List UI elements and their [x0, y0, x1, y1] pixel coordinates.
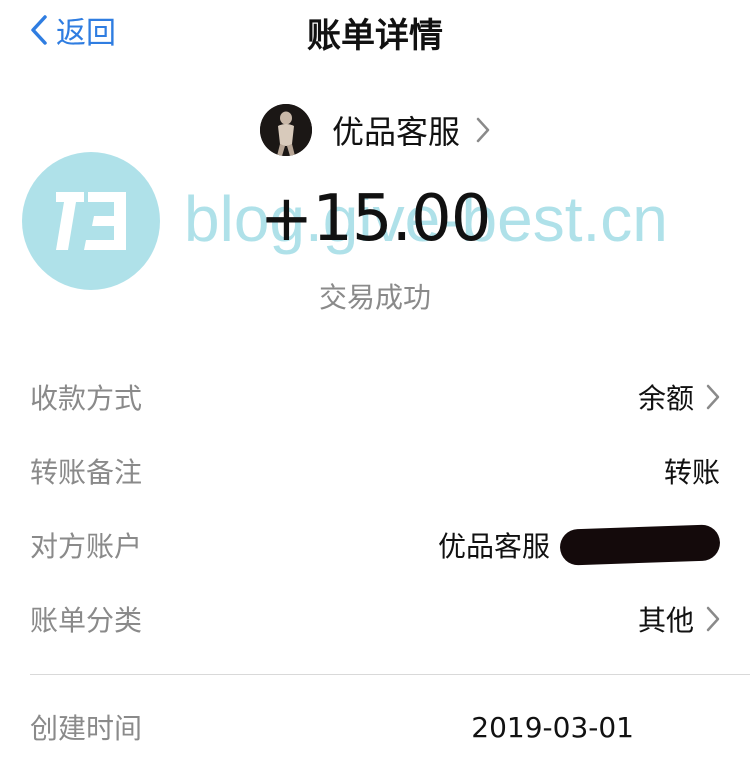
detail-value: 转账: [663, 456, 720, 489]
detail-row-counterparty: 对方账户 优品客服: [30, 508, 721, 582]
chevron-right-icon: [706, 384, 720, 410]
detail-row-payment-method[interactable]: 收款方式 余额: [30, 360, 720, 434]
detail-label: 收款方式: [30, 382, 143, 415]
transaction-amount: +15.00: [259, 182, 492, 256]
detail-label: 创建时间: [30, 712, 143, 745]
detail-value: 余额: [637, 382, 694, 415]
detail-row-transfer-note: 转账备注 转账: [30, 434, 720, 508]
chevron-right-icon: [476, 117, 490, 143]
detail-row-created-time: 创建时间 2019-03-01: [30, 690, 720, 764]
chevron-right-icon: [706, 606, 720, 632]
detail-label: 转账备注: [30, 456, 143, 489]
merchant-link[interactable]: 优品客服: [0, 102, 750, 158]
merchant-name: 优品客服: [331, 113, 460, 151]
redaction-mark: [559, 524, 721, 566]
navigation-bar: 返回 账单详情: [0, 0, 750, 60]
detail-value: 其他: [637, 604, 694, 637]
detail-list: 收款方式 余额 转账备注 转账 对方账户 优品客服 账单分类 其他: [30, 360, 721, 656]
divider: [30, 674, 750, 675]
detail-value: 优品客服: [437, 530, 550, 563]
avatar: [259, 104, 312, 156]
detail-label: 账单分类: [30, 604, 143, 637]
detail-value: 2019-03-01: [471, 710, 634, 744]
detail-row-category[interactable]: 账单分类 其他: [30, 582, 720, 656]
detail-label: 对方账户: [30, 530, 143, 563]
page-title: 账单详情: [307, 16, 443, 56]
transaction-status: 交易成功: [318, 281, 431, 314]
